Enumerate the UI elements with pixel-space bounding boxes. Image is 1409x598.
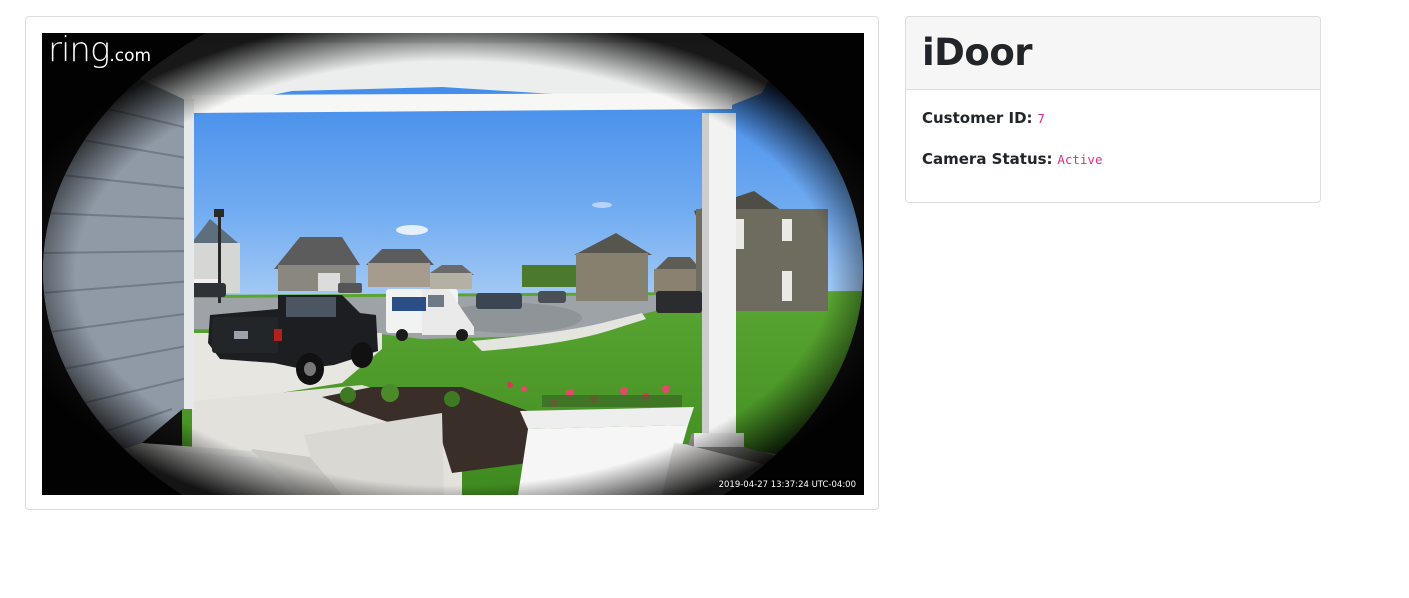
camera-feed-image: ring.com 2019-04-27 13:37:24 UTC-04:00 [42, 33, 864, 495]
timestamp-overlay: 2019-04-27 13:37:24 UTC-04:00 [718, 480, 856, 490]
camera-status-label: Camera Status: [922, 150, 1053, 168]
watermark-suffix: .com [109, 46, 152, 66]
camera-feed-card: ring.com 2019-04-27 13:37:24 UTC-04:00 [25, 16, 879, 510]
page-title: iDoor [922, 31, 1032, 74]
customer-id-label: Customer ID: [922, 109, 1033, 127]
device-info-card: iDoor Customer ID: 7 Camera Status: Acti… [905, 16, 1321, 203]
camera-status-value: Active [1057, 152, 1103, 167]
camera-status-row: Camera Status: Active [922, 150, 1304, 169]
doorbell-camera-view [42, 33, 864, 495]
customer-id-row: Customer ID: 7 [922, 109, 1304, 128]
card-body: Customer ID: 7 Camera Status: Active [906, 90, 1320, 169]
watermark-main: ring [48, 33, 110, 70]
ring-watermark-logo: ring.com [48, 33, 151, 67]
card-header: iDoor [906, 17, 1320, 90]
customer-id-value: 7 [1037, 111, 1045, 126]
